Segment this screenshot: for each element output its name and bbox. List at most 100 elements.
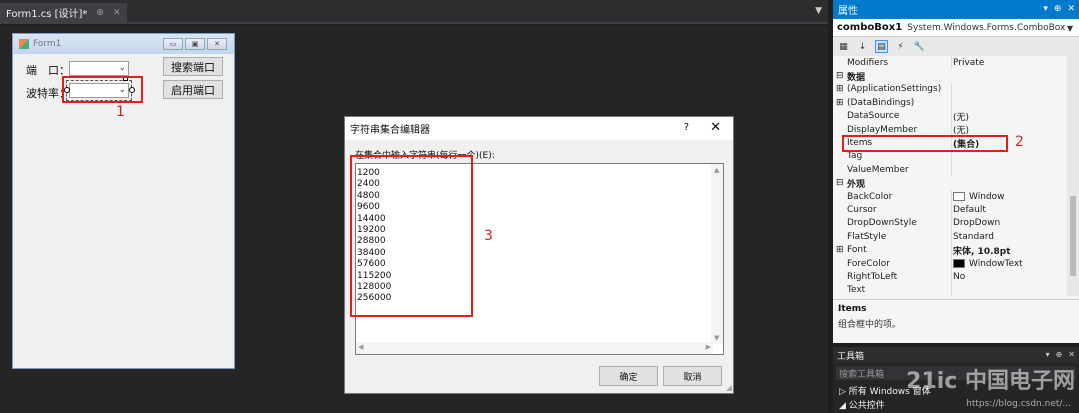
object-selector[interactable]: comboBox1 System.Windows.Forms.ComboBox	[833, 19, 1079, 37]
properties-icon[interactable]: ▤	[875, 40, 888, 53]
highlight-box	[62, 76, 143, 103]
property-category[interactable]: ⊟ 外观	[833, 177, 1067, 190]
collapse-icon[interactable]: ⊟	[836, 178, 844, 188]
scroll-left-icon[interactable]: ◀	[358, 343, 363, 351]
dropdown-icon[interactable]: ▾	[1043, 4, 1048, 14]
pin-icon[interactable]: ⊕	[1054, 4, 1062, 14]
events-icon[interactable]: ⚡	[894, 40, 907, 53]
column-divider	[951, 203, 952, 217]
close-icon[interactable]: ✕	[113, 8, 121, 18]
toolbox-header-icons: ▾ ⊕ ✕	[1046, 350, 1075, 359]
property-value[interactable]: DropDown	[953, 218, 1000, 228]
dialog-title: 字符串集合编辑器	[350, 125, 430, 136]
property-value[interactable]: Window	[953, 192, 1005, 202]
property-pages-icon[interactable]: 🔧	[913, 40, 926, 53]
property-name: Tag	[847, 151, 863, 162]
property-name: (DataBindings)	[847, 97, 915, 108]
pin-icon[interactable]: ⊕	[1056, 350, 1063, 359]
document-tab-bar: Form1.cs [设计]* ⊕ ✕ ▼	[0, 0, 828, 24]
categorized-icon[interactable]: ▦	[837, 40, 850, 53]
alphabetical-icon[interactable]: ↓	[856, 40, 869, 53]
description-title: Items	[838, 304, 867, 314]
chevron-down-icon[interactable]: ▼	[1067, 24, 1073, 33]
column-divider	[951, 189, 952, 204]
property-row[interactable]: BackColor Window	[833, 189, 1067, 204]
expand-icon[interactable]: ⊞	[836, 84, 844, 94]
panel-header-icons: ▾ ⊕ ✕	[1043, 4, 1075, 14]
expand-icon[interactable]: ⊞	[836, 245, 844, 255]
highlight-box	[842, 135, 1008, 152]
close-icon[interactable]: ✕	[1067, 4, 1075, 14]
dropdown-icon[interactable]: ▾	[1046, 350, 1050, 359]
property-value[interactable]: 宋体, 10.8pt	[953, 244, 1011, 257]
property-name: 数据	[847, 72, 866, 83]
port-combobox[interactable]: ⌄	[69, 61, 129, 76]
properties-title: 属性	[838, 6, 858, 17]
vertical-scrollbar[interactable]: ▲ ▼	[711, 164, 723, 344]
watermark-logo: 21ic 中国电子网	[906, 369, 1075, 394]
expand-icon[interactable]: ⊞	[836, 98, 844, 108]
property-value[interactable]: Standard	[953, 232, 994, 242]
cancel-button[interactable]: 取消	[663, 366, 722, 386]
pin-icon[interactable]: ⊕	[96, 8, 104, 18]
property-row[interactable]: ⊞ (DataBindings)	[833, 96, 1067, 110]
property-row[interactable]: DropDownStyle DropDown	[833, 216, 1067, 231]
property-row[interactable]: DataSource (无)	[833, 109, 1067, 123]
scroll-up-icon[interactable]: ▲	[714, 166, 719, 174]
property-row[interactable]: ForeColor WindowText	[833, 256, 1067, 271]
property-row[interactable]: Cursor Default	[833, 203, 1067, 217]
column-divider	[951, 163, 952, 177]
form-icon	[19, 39, 29, 49]
property-value[interactable]: WindowText	[953, 259, 1023, 269]
property-name: RightToLeft	[847, 271, 898, 282]
dialog-title-bar: 字符串集合编辑器	[345, 117, 733, 140]
chevron-down-icon[interactable]: ⌄	[118, 63, 126, 73]
property-value[interactable]: (无)	[953, 110, 969, 123]
document-tab[interactable]: Form1.cs [设计]* ⊕ ✕	[0, 3, 127, 22]
horizontal-scrollbar[interactable]: ◀ ▶	[356, 342, 713, 354]
toolbox-header: 工具箱	[833, 347, 1079, 363]
property-row[interactable]: ValueMember	[833, 163, 1067, 177]
color-swatch	[953, 192, 965, 202]
properties-scrollbar[interactable]	[1067, 56, 1079, 296]
minimize-icon: ▭	[163, 38, 183, 50]
scroll-right-icon[interactable]: ▶	[706, 343, 711, 351]
collapse-icon[interactable]: ⊟	[836, 71, 844, 81]
property-row[interactable]: Text	[833, 283, 1067, 298]
property-category[interactable]: ⊟ 数据	[833, 69, 1067, 83]
scroll-down-icon[interactable]: ▼	[714, 334, 719, 342]
property-name: FlatStyle	[847, 231, 887, 242]
dialog-close-button[interactable]: ✕	[710, 120, 721, 135]
property-value-text: 宋体, 10.8pt	[953, 246, 1011, 257]
close-icon[interactable]: ✕	[1068, 350, 1075, 359]
property-value[interactable]: Private	[953, 58, 984, 68]
column-divider	[951, 256, 952, 271]
ok-button[interactable]: 确定	[599, 366, 658, 386]
column-divider	[951, 96, 952, 110]
resize-grip-icon[interactable]: ◢	[726, 383, 732, 392]
property-row[interactable]: Modifiers Private	[833, 56, 1067, 70]
property-value-text: DropDown	[953, 218, 1001, 229]
open-port-button[interactable]: 启用端口	[163, 80, 223, 99]
chevron-down-icon[interactable]: ▼	[815, 6, 822, 16]
property-row[interactable]: FlatStyle Standard	[833, 230, 1067, 244]
close-icon: ✕	[207, 38, 227, 50]
property-name: Text	[847, 285, 866, 296]
search-ports-button[interactable]: 搜索端口	[163, 57, 223, 76]
property-name: DataSource	[847, 111, 900, 122]
property-value-text: Window	[969, 191, 1005, 202]
column-divider	[951, 109, 952, 123]
property-name: 外观	[847, 179, 866, 190]
annotation-label: 1	[116, 104, 125, 120]
property-row[interactable]: RightToLeft No	[833, 270, 1067, 284]
column-divider	[951, 216, 952, 231]
help-button[interactable]: ?	[684, 122, 689, 133]
property-name: (ApplicationSettings)	[847, 84, 942, 95]
property-value[interactable]: Default	[953, 205, 986, 215]
scrollbar-thumb[interactable]	[1070, 196, 1076, 276]
property-value[interactable]: No	[953, 272, 965, 282]
property-value-text: Standard	[953, 231, 994, 242]
properties-header: 属性	[833, 0, 1079, 19]
property-row[interactable]: ⊞ Font 宋体, 10.8pt	[833, 243, 1067, 257]
property-row[interactable]: ⊞ (ApplicationSettings)	[833, 82, 1067, 97]
